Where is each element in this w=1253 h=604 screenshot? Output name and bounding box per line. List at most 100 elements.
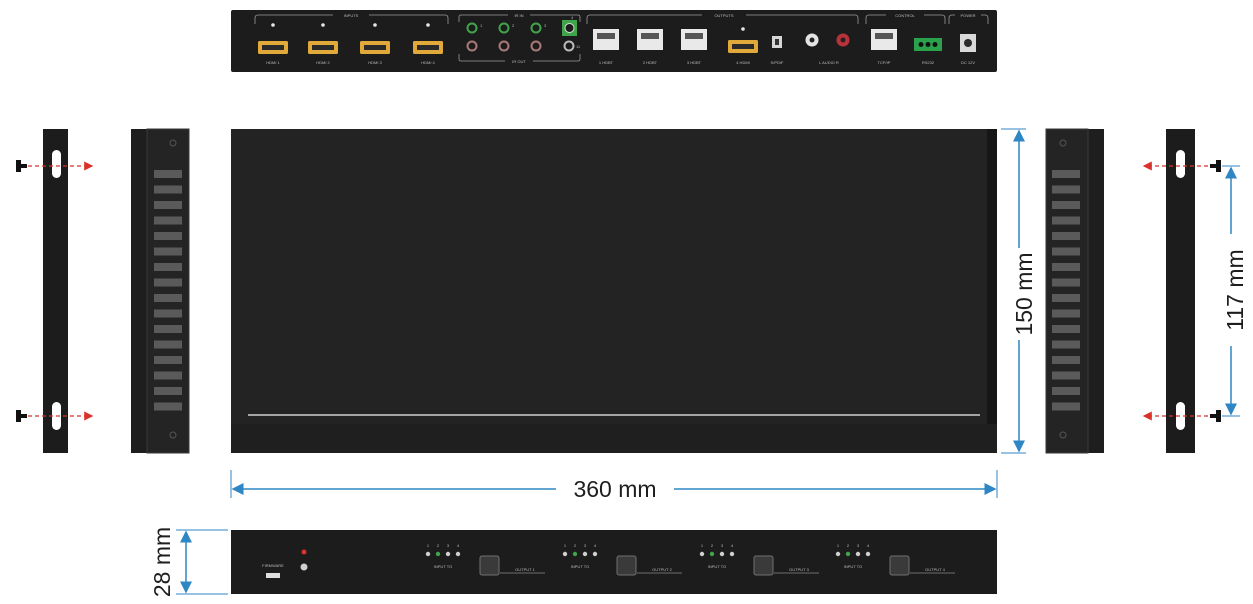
svg-text:OUTPUT 2: OUTPUT 2 — [652, 567, 672, 572]
vent-slot — [154, 263, 182, 271]
vent-slot — [1052, 371, 1080, 380]
front-panel-chassis — [231, 530, 997, 594]
indicator-dot — [271, 23, 275, 27]
svg-text:DC 12V: DC 12V — [961, 60, 975, 65]
vent-slot — [154, 170, 182, 178]
rj45-port-icon — [593, 29, 619, 50]
select-button-2[interactable] — [616, 555, 637, 576]
front-panel: FIRMWARE 1 2 3 4 INPUT TO OUTPUT 1 1 2 3… — [231, 530, 997, 594]
svg-text:4 HDMI: 4 HDMI — [736, 60, 750, 65]
vent-slot — [154, 232, 182, 240]
svg-text:INPUT TO: INPUT TO — [708, 564, 726, 569]
indicator-dot — [426, 23, 430, 27]
svg-text:2 HDBT: 2 HDBT — [643, 60, 658, 65]
input-led — [719, 551, 725, 557]
mount-slot — [1176, 150, 1185, 178]
input-led — [435, 551, 441, 557]
mount-spacing-label: 117 mm — [1222, 249, 1248, 330]
vent-slot — [154, 325, 182, 333]
inputs-group-label: INPUTS — [344, 13, 359, 18]
dc-power-jack: DC 12V — [960, 34, 976, 65]
power-led — [301, 549, 307, 555]
vent-slot — [1052, 232, 1080, 240]
depth-dimension: 150 mm — [1001, 128, 1037, 454]
select-button-4[interactable] — [889, 555, 910, 576]
input-led — [835, 551, 841, 557]
ir-out-label: IR OUT — [512, 59, 526, 64]
screw-icon — [1210, 410, 1221, 422]
depth-dimension-label: 150 mm — [1011, 252, 1037, 335]
input-led — [572, 551, 578, 557]
svg-text:3 HDBT: 3 HDBT — [687, 60, 702, 65]
input-led — [455, 551, 461, 557]
input-led — [709, 551, 715, 557]
input-led — [729, 551, 735, 557]
input-led — [699, 551, 705, 557]
outputs-group-label: OUTPUTS — [714, 13, 733, 18]
input-led — [425, 551, 431, 557]
vent-slot — [1052, 356, 1080, 364]
vent-slot — [154, 371, 182, 380]
vent-slot — [1052, 340, 1080, 349]
indicator-dot — [321, 23, 325, 27]
screw-icon — [16, 410, 27, 422]
input-led — [582, 551, 588, 557]
usb-port-icon — [266, 573, 280, 578]
left-mounting-bracket — [16, 129, 94, 453]
rj45-port-icon — [681, 29, 707, 50]
control-group-label: CONTROL — [895, 13, 915, 18]
indicator-dot — [741, 27, 745, 31]
left-side-view — [131, 128, 190, 454]
svg-text:S/PDIF: S/PDIF — [771, 60, 784, 65]
vent-slot — [154, 294, 182, 302]
vent-slot — [1052, 247, 1080, 256]
vent-slot — [1052, 216, 1080, 225]
input-led — [562, 551, 568, 557]
select-button-1[interactable] — [479, 555, 500, 576]
product-dimension-drawing: INPUTS HDMI 1 HDMI 2 HDMI 3 HDMI 4 IR IN… — [16, 10, 1248, 597]
hdmi-input-label: HDMI 4 — [421, 60, 435, 65]
vent-slot — [154, 185, 182, 194]
vent-slot — [1052, 387, 1080, 395]
vent-slot — [1052, 185, 1080, 194]
vent-slot — [1052, 402, 1080, 411]
input-led — [445, 551, 451, 557]
hdmi-input-label: HDMI 1 — [266, 60, 280, 65]
vent-slot — [154, 402, 182, 411]
vent-slot — [154, 247, 182, 256]
mount-spacing-dimension: 117 mm — [1222, 165, 1248, 417]
input-led — [592, 551, 598, 557]
top-view — [231, 129, 997, 453]
svg-text:INPUT TO: INPUT TO — [434, 564, 452, 569]
svg-text:L AUDIO R: L AUDIO R — [819, 60, 839, 65]
input-led — [865, 551, 871, 557]
indicator-dot — [373, 23, 377, 27]
vent-slot — [1052, 325, 1080, 333]
input-led — [855, 551, 861, 557]
vent-slot — [1052, 278, 1080, 287]
vent-slot — [1052, 201, 1080, 209]
power-group-label: POWER — [960, 13, 975, 18]
svg-text:INPUT TO: INPUT TO — [844, 564, 862, 569]
ir-in-label: IR IN — [514, 13, 523, 18]
vent-slot — [1052, 294, 1080, 302]
svg-text:OUTPUT 4: OUTPUT 4 — [925, 567, 945, 572]
vent-slot — [1052, 170, 1080, 178]
vent-slot — [154, 309, 182, 318]
vent-slot — [1052, 263, 1080, 271]
svg-text:INPUT TO: INPUT TO — [571, 564, 589, 569]
width-dimension: 360 mm — [230, 470, 998, 502]
input-led — [845, 551, 851, 557]
select-button-3[interactable] — [753, 555, 774, 576]
vent-slot — [154, 340, 182, 349]
vent-slot — [1052, 309, 1080, 318]
mount-slot — [52, 150, 61, 178]
height-dimension-label: 28 mm — [149, 527, 175, 597]
hdmi-input-label: HDMI 3 — [368, 60, 382, 65]
screw-icon — [1210, 160, 1221, 172]
height-dimension: 28 mm — [149, 527, 228, 597]
vent-slot — [154, 278, 182, 287]
vent-slot — [154, 356, 182, 364]
svg-text:RS232: RS232 — [922, 60, 935, 65]
right-side-view — [1045, 128, 1104, 454]
